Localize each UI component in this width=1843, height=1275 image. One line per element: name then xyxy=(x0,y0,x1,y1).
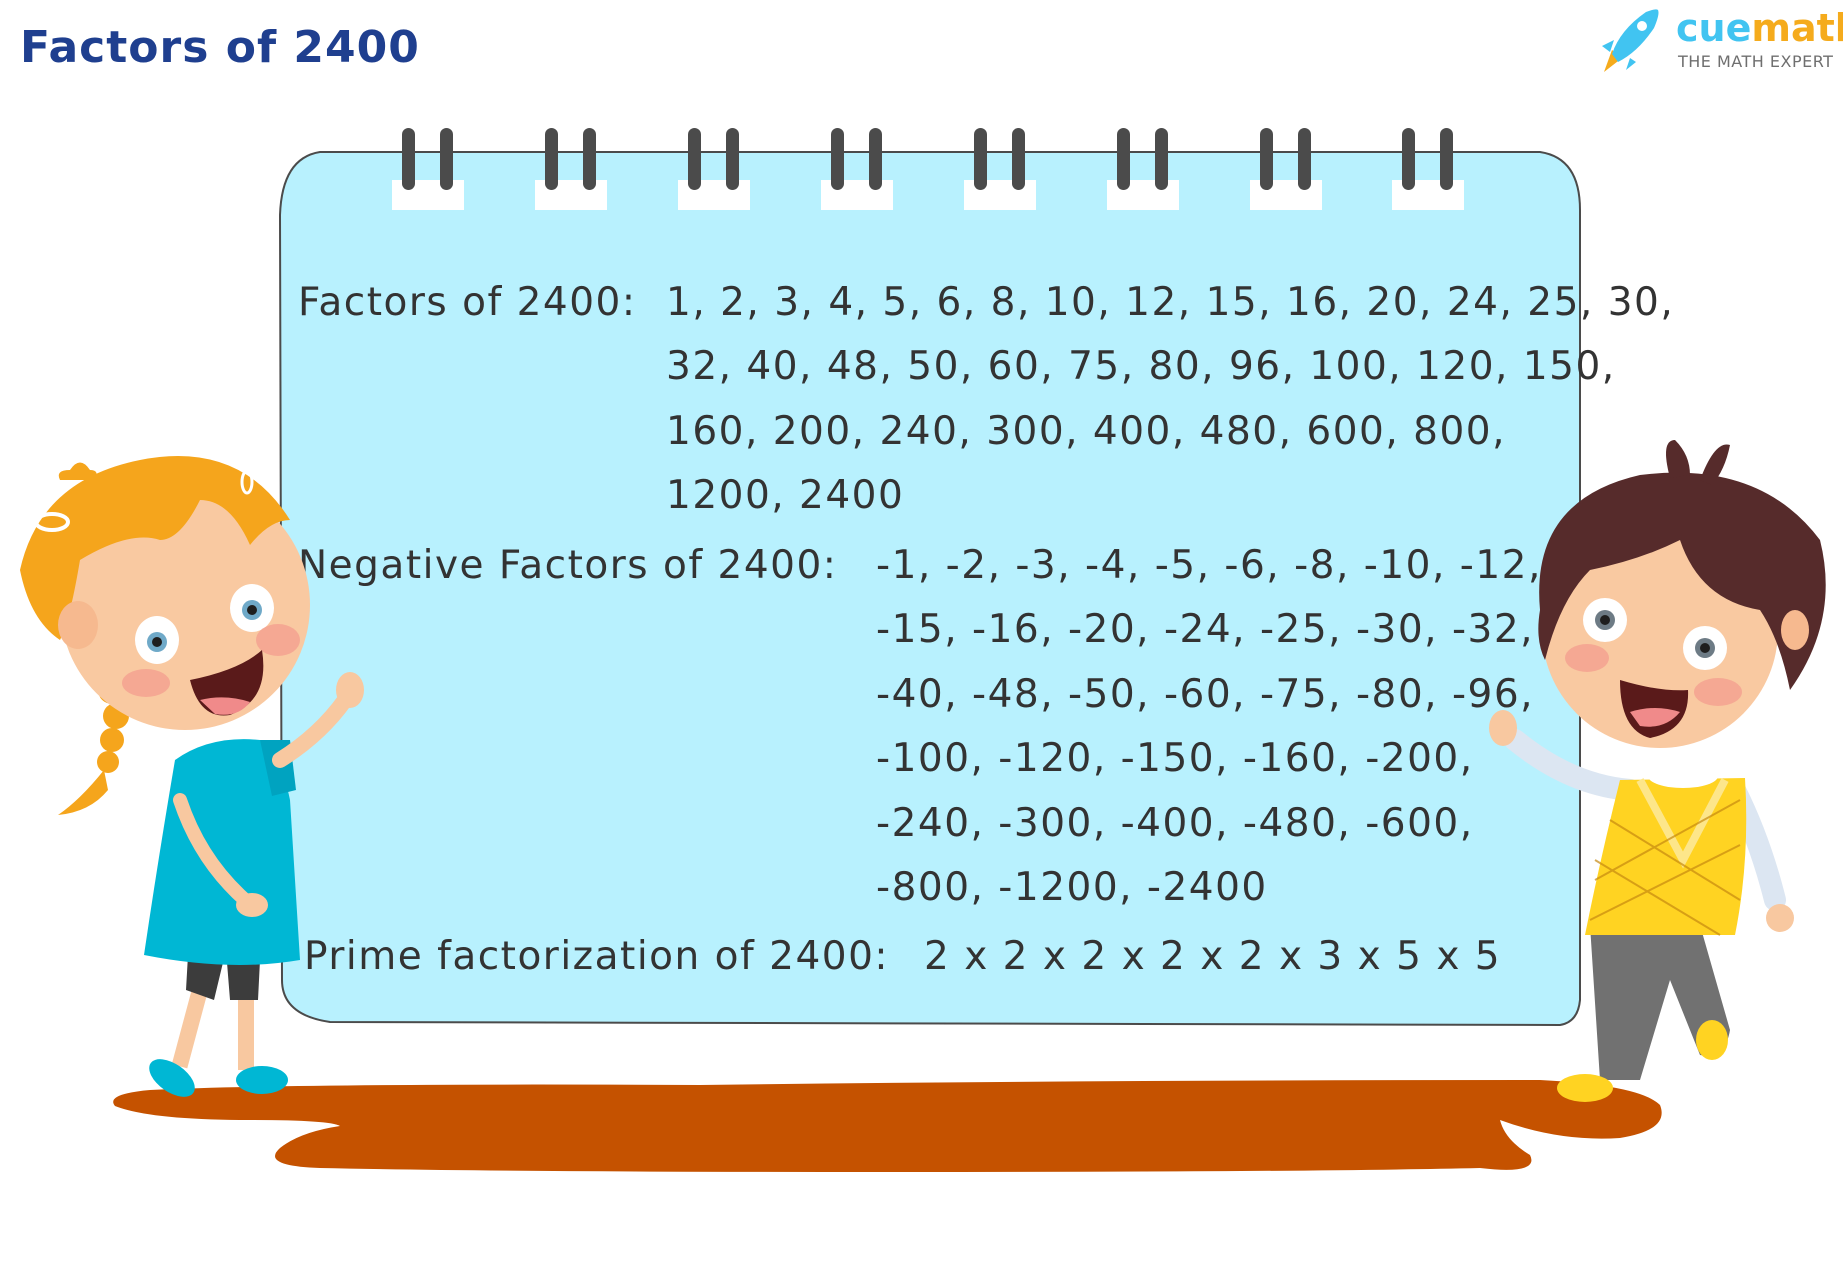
boy-character-illustration xyxy=(1489,440,1826,1102)
